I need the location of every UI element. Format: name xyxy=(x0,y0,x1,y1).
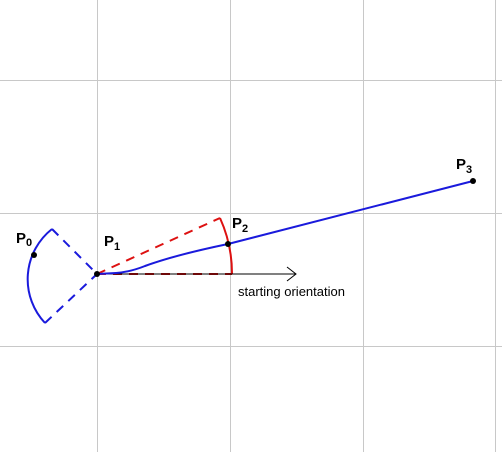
p0-radius-dashed-lower xyxy=(44,273,98,324)
path-diagram: P0 P1 P2 P3 starting orientation xyxy=(0,0,502,452)
label-p3: P3 xyxy=(456,156,472,176)
point-p0 xyxy=(31,252,37,258)
p0-radius-dashed-upper xyxy=(51,228,98,275)
starting-orientation-arrow xyxy=(97,266,297,282)
starting-orientation-label: starting orientation xyxy=(238,284,345,299)
label-p0: P0 xyxy=(16,230,32,249)
point-p2 xyxy=(225,241,231,247)
p2-to-p3-line xyxy=(227,180,474,245)
p0-turning-arc-group xyxy=(26,228,98,324)
label-p2: P2 xyxy=(232,215,248,235)
point-p3 xyxy=(470,178,476,184)
main-path xyxy=(96,180,474,275)
label-p1: P1 xyxy=(104,233,120,253)
point-p1 xyxy=(94,271,100,277)
grid xyxy=(0,0,502,452)
